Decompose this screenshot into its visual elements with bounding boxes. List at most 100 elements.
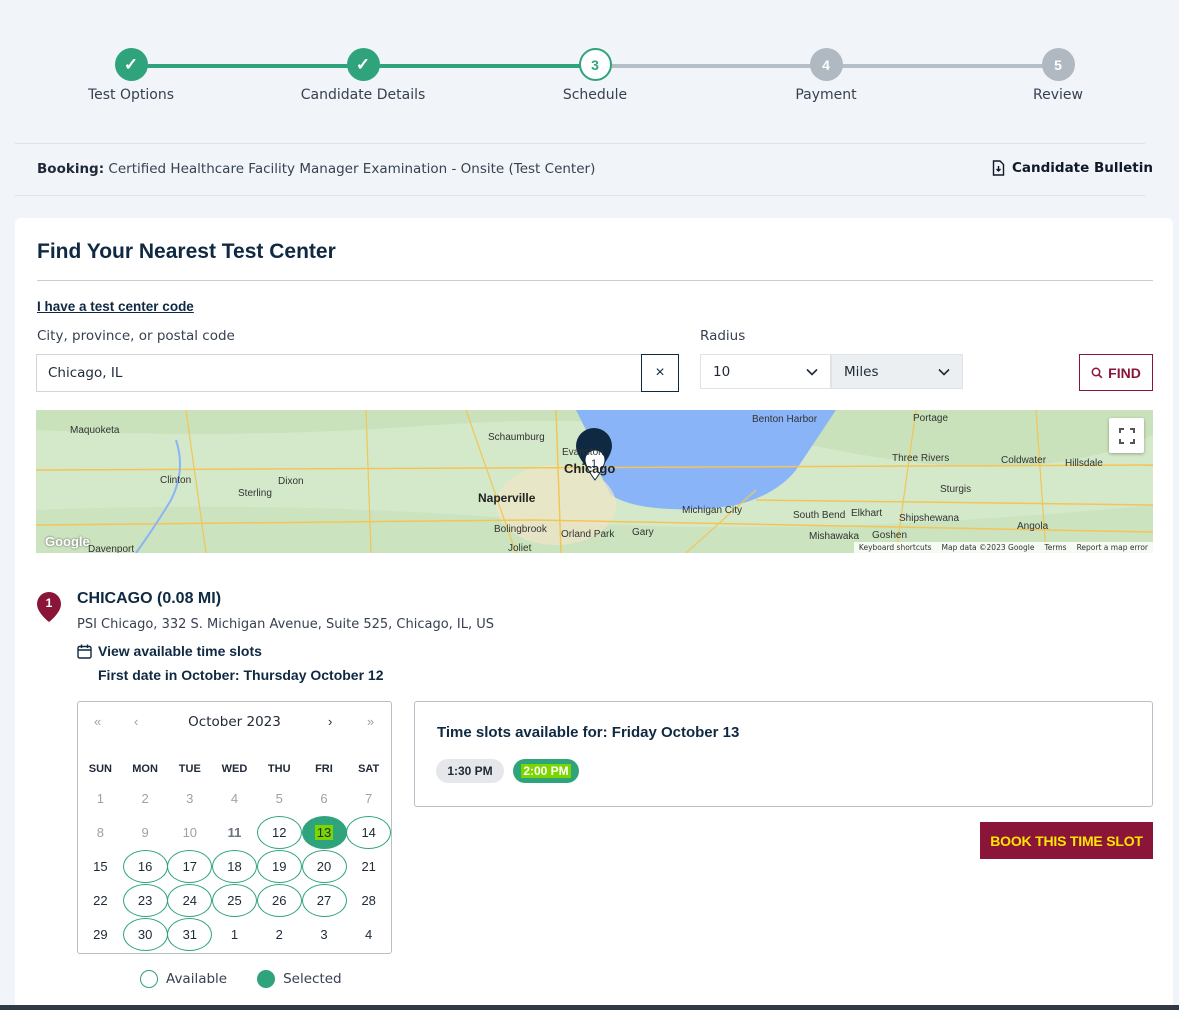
terms-link[interactable]: Terms (1044, 543, 1066, 552)
calendar-day-available[interactable]: 18 (212, 849, 258, 883)
calendar-day-number: 5 (275, 790, 283, 806)
radius-select[interactable]: 10 (700, 354, 831, 389)
book-time-slot-button[interactable]: BOOK THIS TIME SLOT (980, 822, 1153, 859)
step-candidate-details[interactable]: ✓ Candidate Details (263, 48, 463, 103)
test-center-code-link[interactable]: I have a test center code (37, 299, 194, 314)
map-place-label: Schaumburg (488, 432, 545, 443)
calendar-day-available[interactable]: 19 (256, 849, 302, 883)
map-place-label: Joliet (508, 543, 532, 553)
keyboard-shortcuts-link[interactable]: Keyboard shortcuts (859, 543, 932, 552)
calendar-day-selected[interactable]: 13 (301, 815, 347, 849)
calendar-day-number: 21 (361, 858, 376, 874)
calendar-day-number: 27 (316, 892, 332, 908)
book-time-slot-label: BOOK THIS TIME SLOT (990, 832, 1143, 849)
test-center-finder-card: Find Your Nearest Test Center I have a t… (15, 218, 1173, 1010)
calendar-day-number: 4 (230, 790, 239, 806)
weekday-label: MON (132, 763, 158, 775)
calendar-day-number: 10 (182, 824, 198, 840)
weekday-label: THU (267, 763, 291, 775)
calendar-day: 10 (167, 815, 212, 849)
calendar-day-number: 2 (141, 790, 149, 806)
clear-input-button[interactable]: × (641, 354, 679, 392)
calendar-day: 29 (78, 917, 123, 951)
calendar-week-row: 22 23 24 25 26 27 28 (78, 883, 391, 917)
map-place-label: South Bend (793, 510, 846, 521)
map-pin-number[interactable]: 1 (591, 458, 597, 470)
calendar-day: 1 (78, 781, 123, 815)
map-place-label: Hillsdale (1065, 458, 1103, 469)
calendar-day-available[interactable]: 25 (212, 883, 258, 917)
map-place-label: Three Rivers (892, 453, 950, 464)
fullscreen-button[interactable] (1109, 418, 1144, 453)
search-icon (1091, 367, 1103, 378)
close-icon: × (655, 364, 665, 381)
next-month-button[interactable]: › (328, 714, 332, 729)
calendar-day-number: 24 (182, 892, 198, 908)
step-label: Payment (795, 87, 857, 103)
map-place-label: Evanston (562, 447, 604, 458)
step-review: 5 Review (958, 48, 1158, 103)
map-place-label: Coldwater (1001, 455, 1047, 466)
calendar-day-available[interactable]: 14 (346, 815, 392, 849)
map-place-label: Gary (632, 527, 654, 538)
view-time-slots-toggle[interactable]: View available time slots (77, 643, 262, 659)
step-schedule: 3 Schedule (495, 48, 695, 103)
calendar-day-available[interactable]: 16 (122, 849, 168, 883)
calendar-legend: Available Selected (140, 970, 342, 988)
time-slot-button-selected[interactable]: 2:00 PM (513, 759, 579, 783)
calendar-day: 11 (212, 815, 257, 849)
calendar-day-number: 9 (141, 824, 149, 840)
calendar-day-number: 20 (316, 858, 332, 874)
calendar-day-available[interactable]: 30 (122, 917, 168, 951)
calendar-day: 3 (302, 917, 347, 951)
step-label: Review (1033, 87, 1083, 103)
calendar-day-available[interactable]: 17 (167, 849, 213, 883)
calendar-day: 4 (212, 781, 257, 815)
calendar-day-available[interactable]: 12 (256, 815, 302, 849)
calendar-day-number: 29 (93, 926, 108, 942)
calendar-week-row: 15 16 17 18 19 20 21 (78, 849, 391, 883)
calendar-day: 4 (346, 917, 391, 951)
map[interactable]: Maquoketa Schaumburg Benton Harbor Porta… (36, 410, 1153, 553)
calendar-day-number: 26 (272, 892, 287, 908)
calendar-weeks: 1 2 3 4 5 6 7 8 9 10 11 12 13 14 15 16 17 18 19 20 21 22 23 24 2… (78, 781, 392, 951)
city-input[interactable] (36, 354, 642, 392)
calendar-day-available[interactable]: 31 (167, 917, 213, 951)
calendar-day-available[interactable]: 24 (167, 883, 213, 917)
calendar-header: « ‹ October 2023 › » (78, 714, 391, 734)
calendar-day-number: 22 (93, 892, 108, 908)
legend-available: Available (166, 971, 228, 987)
calendar-day-available[interactable]: 27 (301, 883, 347, 917)
calendar-day-available[interactable]: 26 (256, 883, 302, 917)
check-icon: ✓ (346, 48, 380, 81)
calendar-day-number: 12 (272, 824, 287, 840)
calendar-day: 8 (78, 815, 123, 849)
report-error-link[interactable]: Report a map error (1077, 543, 1148, 552)
units-select[interactable]: Miles (831, 354, 963, 389)
candidate-bulletin-link[interactable]: Candidate Bulletin (992, 160, 1153, 176)
calendar-day: 3 (167, 781, 212, 815)
calendar-day-number: 25 (227, 892, 242, 908)
step-number: 4 (809, 48, 843, 81)
next-year-button[interactable]: » (367, 714, 374, 729)
calendar-day: 21 (346, 849, 391, 883)
calendar-day-number: 6 (320, 790, 328, 806)
weekday-label: SAT (358, 763, 380, 775)
find-button[interactable]: FIND (1079, 354, 1153, 391)
weekday-label: FRI (315, 763, 333, 775)
step-test-options[interactable]: ✓ Test Options (31, 48, 231, 103)
map-place-label: Elkhart (851, 508, 883, 519)
calendar-day-number: 19 (272, 858, 287, 874)
result-index: 1 (45, 596, 53, 610)
map-place-label: Angola (1017, 521, 1049, 532)
time-slot-button[interactable]: 1:30 PM (436, 759, 504, 783)
step-label: Candidate Details (300, 87, 426, 103)
calendar-day-available[interactable]: 20 (301, 849, 347, 883)
calendar-day-number: 1 (96, 790, 104, 806)
calendar-day-available[interactable]: 23 (122, 883, 168, 917)
map-place-label: Maquoketa (70, 425, 120, 436)
calendar-day: 22 (78, 883, 123, 917)
view-time-slots-label: View available time slots (98, 643, 262, 659)
calendar-day-number: 1 (230, 926, 239, 942)
calendar-day-number: 15 (93, 858, 108, 874)
